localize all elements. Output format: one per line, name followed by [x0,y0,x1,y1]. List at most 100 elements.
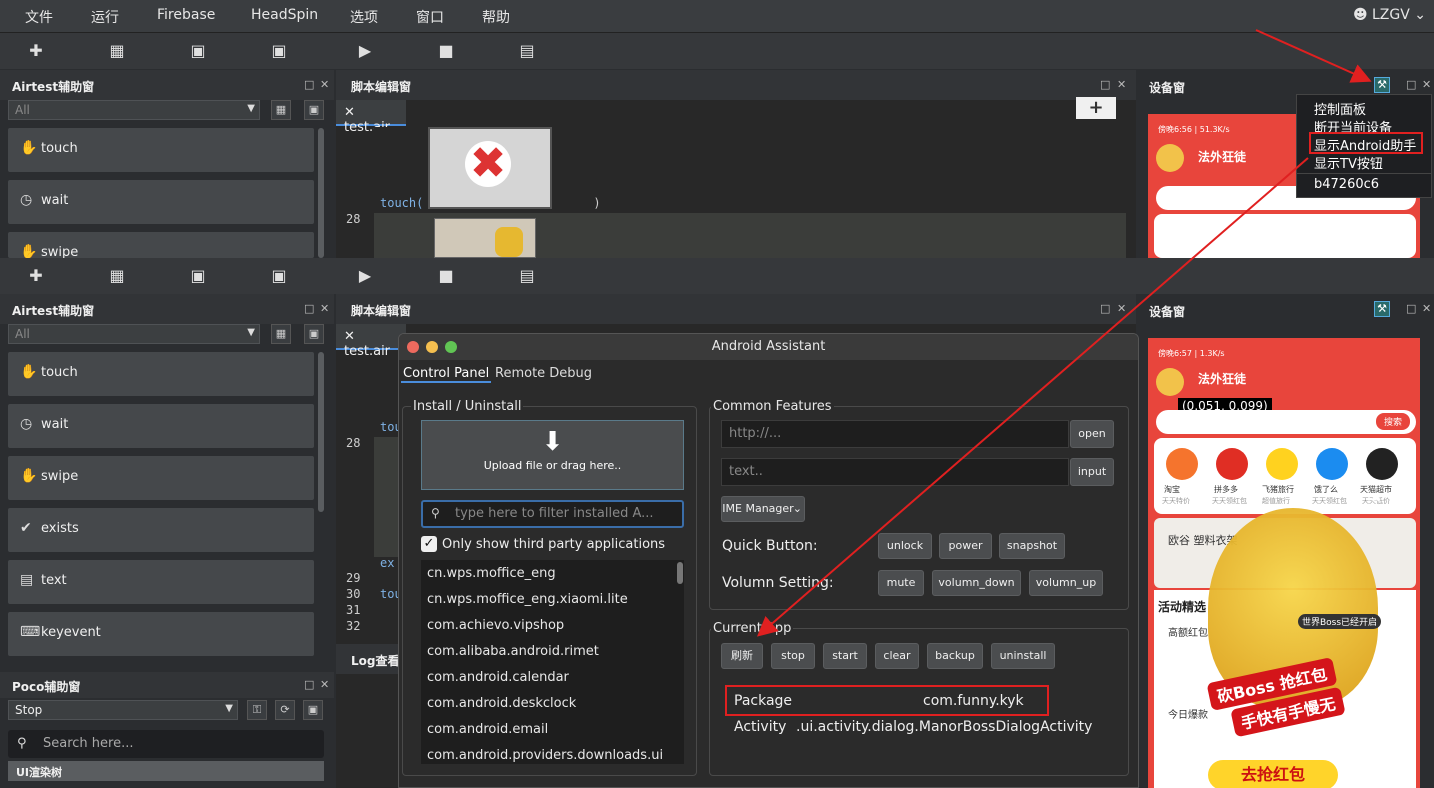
restore-icon[interactable]: □ [1406,302,1416,315]
restore-icon[interactable]: □ [304,302,314,315]
volume-up-button[interactable]: volumn_up [1029,570,1103,596]
record-icon[interactable]: ▣ [304,100,324,120]
scrollbar[interactable] [318,352,324,512]
tools-icon[interactable]: ⚒ [1374,77,1390,93]
scrollbar[interactable] [318,128,324,258]
poco-mode-combo[interactable]: Stop ▼ [8,700,238,720]
save-as-icon[interactable]: ▣ [269,266,289,286]
add-icon[interactable]: ✚ [26,266,46,286]
close-icon[interactable]: ✕ [1117,302,1126,315]
close-icon[interactable]: ✕ [320,678,329,691]
airtest-filter-combo[interactable]: All ▼ [8,324,260,344]
device-screen-bottom[interactable]: 傍晚6:57 | 1.3K/s 法外狂徒 (0.051, 0.099) 搜索 淘… [1148,338,1420,788]
command-wait[interactable]: ◷ wait [8,180,314,224]
volume-down-button[interactable]: volumn_down [932,570,1021,596]
tools-icon[interactable]: ⚒ [1374,301,1390,317]
url-input[interactable]: http://... [721,420,1069,448]
minimize-window-button[interactable] [426,341,438,353]
add-icon[interactable]: ✚ [26,41,46,61]
record-icon[interactable]: ▣ [303,700,323,720]
close-icon[interactable]: ✕ [1422,78,1431,91]
run-icon[interactable]: ▶ [355,266,375,286]
ui-tree-header[interactable]: UI渲染树 [8,761,324,781]
save-icon[interactable]: ▣ [188,266,208,286]
menu-item-control-panel[interactable]: 控制面板 [1314,99,1366,118]
poco-search-input[interactable]: ⚲ Search here... [8,730,324,758]
open-folder-icon[interactable]: ▦ [107,41,127,61]
command-exists[interactable]: ✔ exists [8,508,314,552]
snapshot-button[interactable]: snapshot [999,533,1065,559]
log-icon[interactable]: ▤ [517,41,537,61]
clear-app-button[interactable]: clear [875,643,919,669]
menu-options[interactable]: 选项 [350,7,378,27]
unlock-button[interactable]: unlock [878,533,932,559]
menu-firebase[interactable]: Firebase [157,7,215,23]
stop-icon[interactable]: ■ [436,266,456,286]
input-button[interactable]: input [1070,458,1114,486]
close-window-button[interactable] [407,341,419,353]
close-icon[interactable]: ✖ [1370,490,1382,506]
stop-icon[interactable]: ■ [436,41,456,61]
list-item[interactable]: com.android.deskclock [421,696,671,711]
record-icon[interactable]: ▣ [304,324,324,344]
grab-red-packet-button[interactable]: 去抢红包 [1208,760,1338,788]
airtest-filter-combo[interactable]: All ▼ [8,100,260,120]
command-swipe[interactable]: ✋ swipe [8,232,314,258]
maximize-window-button[interactable] [445,341,457,353]
close-icon[interactable]: ✕ [320,78,329,91]
menu-file[interactable]: 文件 [25,7,53,27]
menu-help[interactable]: 帮助 [482,7,510,27]
tab-test-air[interactable]: ✕ test.air [336,324,406,359]
restore-icon[interactable]: □ [304,78,314,91]
mute-button[interactable]: mute [878,570,924,596]
menu-run[interactable]: 运行 [91,7,119,27]
menu-item-device-serial[interactable]: b47260c6 [1314,177,1379,192]
list-item[interactable]: com.android.providers.downloads.ui [421,748,671,763]
text-input[interactable]: text.. [721,458,1069,486]
list-item[interactable]: cn.wps.moffice_eng [421,566,671,581]
tab-remote-debug[interactable]: Remote Debug [495,366,592,381]
menu-window[interactable]: 窗口 [416,7,444,27]
lock-icon[interactable]: ⚿ [247,700,267,720]
ime-manager-dropdown[interactable]: IME Manager ⌄ [721,496,805,522]
backup-app-button[interactable]: backup [927,643,983,669]
power-button[interactable]: power [939,533,992,559]
scrollbar[interactable] [677,562,683,584]
package-filter-input[interactable]: ⚲ type here to filter installed A... [421,500,684,528]
menu-headspin[interactable]: HeadSpin [251,7,318,23]
command-text[interactable]: ▤ text [8,560,314,604]
close-icon[interactable]: ✕ [1117,78,1126,91]
list-item[interactable]: com.android.email [421,722,671,737]
tab-test-air[interactable]: ✕ test.air [336,100,406,135]
open-folder-icon[interactable]: ▦ [107,266,127,286]
refresh-button[interactable]: 刷新 [721,643,763,669]
stop-app-button[interactable]: stop [771,643,815,669]
start-app-button[interactable]: start [823,643,867,669]
list-item[interactable]: com.alibaba.android.rimet [421,644,671,659]
run-icon[interactable]: ▶ [355,41,375,61]
restore-icon[interactable]: □ [304,678,314,691]
refresh-icon[interactable]: ⟳ [275,700,295,720]
list-item[interactable]: com.android.calendar [421,670,671,685]
command-keyevent[interactable]: ⌨ keyevent [8,612,314,656]
tab-control-panel[interactable]: Control Panel [401,366,492,383]
select-region-icon[interactable]: ▦ [271,100,291,120]
save-icon[interactable]: ▣ [188,41,208,61]
third-party-checkbox[interactable]: ✓ [421,536,437,552]
uninstall-app-button[interactable]: uninstall [991,643,1055,669]
command-wait[interactable]: ◷ wait [8,404,314,448]
package-list[interactable]: cn.wps.moffice_eng cn.wps.moffice_eng.xi… [421,560,684,764]
save-as-icon[interactable]: ▣ [269,41,289,61]
close-icon[interactable]: ✕ [320,302,329,315]
new-tab-button[interactable]: + [1076,97,1116,119]
list-item[interactable]: com.achievo.vipshop [421,618,671,633]
log-icon[interactable]: ▤ [517,266,537,286]
select-region-icon[interactable]: ▦ [271,324,291,344]
command-touch[interactable]: ✋ touch [8,128,314,172]
menu-item-show-tv-buttons[interactable]: 显示TV按钮 [1314,153,1383,172]
user-menu[interactable]: ☻ LZGV ⌄ [1353,7,1426,23]
restore-icon[interactable]: □ [1100,78,1110,91]
restore-icon[interactable]: □ [1406,78,1416,91]
command-swipe[interactable]: ✋ swipe [8,456,314,500]
list-item[interactable]: cn.wps.moffice_eng.xiaomi.lite [421,592,671,607]
